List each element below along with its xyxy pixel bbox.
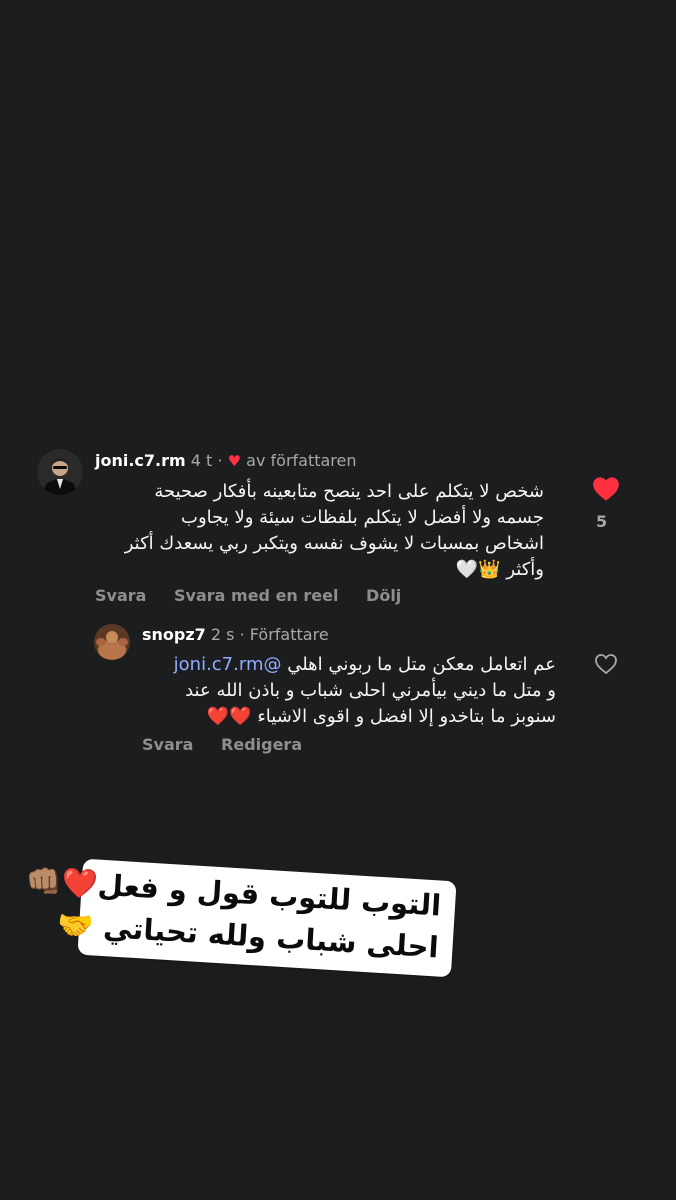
reply-time: 2 s [210, 625, 235, 644]
main-time: 4 t [190, 451, 213, 470]
joni-avatar[interactable] [37, 449, 83, 495]
text-sticker[interactable]: التوب للتوب قول و فعل❤️👊🏽 احلى شباب ولله… [25, 858, 457, 978]
mention-link[interactable]: @joni.c7.rm [174, 654, 282, 675]
author-role-label: Författare [249, 625, 329, 644]
reply-text-line-1: عم اتعامل معكن متل ما ربوني اهلي [287, 654, 556, 675]
story-screen: { "main_comment": { "username": "joni.c7… [0, 0, 676, 1200]
hide-button[interactable]: Dölj [366, 586, 401, 605]
main-comment-actions: Svara Svara med en reel Dölj [95, 586, 423, 605]
like-count: 5 [596, 512, 608, 531]
reply-username[interactable]: snopz7 [142, 625, 206, 644]
liked-by-author-label: av författaren [246, 451, 357, 470]
author-liked-heart-icon: ♥ [227, 452, 242, 470]
reply-comment-header: snopz7 2 s · Författare [142, 625, 329, 644]
reply-text-rest: و متل ما ديني بيأمرني احلى شباب و باذن ا… [185, 680, 556, 727]
separator-dot: · [239, 625, 245, 644]
separator-dot: · [217, 451, 223, 470]
main-comment-text: شخص لا يتكلم على احد ينصح متابعينه بأفكا… [124, 481, 544, 580]
main-username[interactable]: joni.c7.rm [95, 451, 186, 470]
reply-button[interactable]: Svara [142, 735, 193, 754]
reply-button[interactable]: Svara [95, 586, 146, 605]
reply-with-reel-button[interactable]: Svara med en reel [174, 586, 338, 605]
heart-filled-icon[interactable] [592, 476, 620, 506]
reply-comment-text: عم اتعامل معكن متل ما ربوني اهلي @joni.c… [124, 652, 556, 730]
edit-button[interactable]: Redigera [221, 735, 302, 754]
main-comment-header: joni.c7.rm 4 t · ♥ av författaren [95, 451, 357, 470]
heart-outline-icon[interactable] [594, 653, 618, 679]
reply-comment-actions: Svara Redigera [142, 735, 324, 754]
